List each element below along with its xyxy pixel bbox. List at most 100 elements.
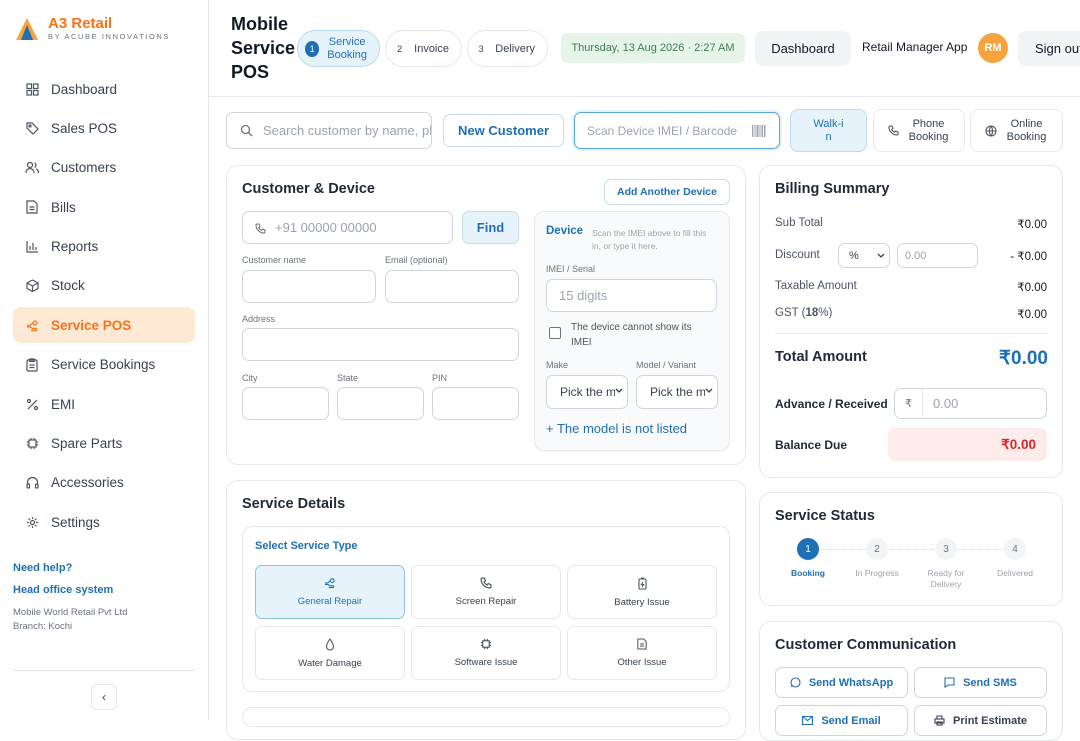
pin-field[interactable]: [432, 387, 519, 420]
mode-online-booking[interactable]: Online Booking: [970, 109, 1063, 152]
message-icon: [944, 677, 955, 688]
service-type-water-damage[interactable]: Water Damage: [255, 626, 405, 680]
status-track: [808, 549, 1014, 550]
imei-placeholder: 15 digits: [559, 288, 608, 303]
head-office-link[interactable]: Head office system: [13, 584, 127, 596]
email-field[interactable]: [385, 270, 519, 303]
service-notes-panel: [242, 707, 730, 727]
model-not-listed-link[interactable]: + The model is not listed: [546, 421, 687, 436]
send-email-button[interactable]: Send Email: [775, 705, 908, 736]
gst-label: GST (18%): [775, 307, 833, 319]
sidebar-item-service-bookings[interactable]: Service Bookings: [13, 347, 195, 383]
mode-phone-booking[interactable]: Phone Booking: [873, 109, 965, 152]
scan-imei-input[interactable]: Scan Device IMEI / Barcode: [574, 112, 780, 149]
brand-logo[interactable]: A3 Retail BY ACUBE INNOVATIONS: [14, 16, 170, 42]
tag-icon: [25, 121, 39, 135]
address-field[interactable]: [242, 328, 519, 361]
sidebar-item-dashboard[interactable]: Dashboard: [13, 71, 195, 107]
sidebar-item-label: Stock: [51, 278, 85, 294]
barcode-icon: [752, 125, 766, 137]
print-estimate-button[interactable]: Print Estimate: [914, 705, 1047, 736]
step-delivery[interactable]: 3 Delivery: [467, 30, 548, 67]
email-label: Email (optional): [385, 255, 448, 265]
status-step-3: 3: [935, 538, 957, 560]
advance-label: Advance / Received: [775, 397, 888, 411]
mode-label: Online Booking: [1006, 117, 1047, 143]
state-label: State: [337, 373, 359, 383]
service-type-general-repair[interactable]: General Repair: [255, 565, 405, 619]
send-whatsapp-button[interactable]: Send WhatsApp: [775, 667, 908, 698]
billing-summary-title: Billing Summary: [775, 181, 890, 197]
find-button[interactable]: Find: [462, 211, 519, 244]
need-help-link[interactable]: Need help?: [13, 562, 127, 574]
service-type-software-issue[interactable]: Software Issue: [411, 626, 561, 680]
sidebar-item-spare-parts[interactable]: Spare Parts: [13, 426, 195, 462]
dashboard-button[interactable]: Dashboard: [755, 31, 851, 66]
imei-field[interactable]: 15 digits: [546, 279, 717, 312]
phone-input[interactable]: +91 00000 00000: [242, 211, 453, 244]
sign-out-button[interactable]: Sign out: [1018, 31, 1080, 66]
subtotal-value: ₹0.00: [1017, 219, 1047, 231]
document-icon: [637, 638, 647, 650]
hand-icon: [324, 577, 336, 589]
step-label: Invoice: [414, 42, 449, 55]
sidebar-item-label: Reports: [51, 239, 99, 255]
search-placeholder: Search customer by name, phone or IMEI: [263, 123, 431, 138]
step-service-booking[interactable]: 1 Service Booking: [297, 30, 380, 67]
city-field[interactable]: [242, 387, 329, 420]
service-details-title: Service Details: [242, 496, 346, 512]
sidebar-item-accessories[interactable]: Accessories: [13, 465, 195, 501]
scan-placeholder: Scan Device IMEI / Barcode: [587, 123, 738, 138]
retail-manager-app-link[interactable]: Retail Manager App: [862, 40, 967, 54]
sidebar-item-label: Spare Parts: [51, 436, 123, 452]
service-type-battery-issue[interactable]: Battery Issue: [567, 565, 717, 619]
top-header: Mobile Service POS 1 Service Booking 2 Inv…: [209, 0, 1080, 97]
button-label: Send WhatsApp: [808, 676, 894, 689]
service-type-label: Other Issue: [617, 657, 667, 668]
mode-walk-in[interactable]: Walk-in: [790, 109, 867, 152]
avatar[interactable]: RM: [978, 33, 1008, 63]
printer-icon: [934, 715, 945, 726]
clipboard-icon: [25, 358, 39, 372]
button-label: Send Email: [821, 714, 881, 727]
grid-icon: [25, 82, 39, 96]
service-type-screen-repair[interactable]: Screen Repair: [411, 565, 561, 619]
pin-label: PIN: [432, 373, 448, 383]
make-select[interactable]: Pick the make: [546, 375, 628, 409]
service-type-other-issue[interactable]: Other Issue: [567, 626, 717, 680]
datetime-badge: Thursday, 13 Aug 2026 · 2:27 AM: [561, 33, 745, 63]
chip-icon: [480, 638, 492, 650]
no-imei-checkbox[interactable]: [549, 327, 561, 339]
sidebar-item-sales-pos[interactable]: Sales POS: [13, 110, 195, 146]
step-invoice[interactable]: 2 Invoice: [385, 30, 462, 67]
sidebar-item-customers[interactable]: Customers: [13, 150, 195, 186]
discount-input[interactable]: 0.00: [897, 243, 978, 268]
sidebar-item-bills[interactable]: Bills: [13, 189, 195, 225]
state-field[interactable]: [337, 387, 424, 420]
subtotal-label: Sub Total: [775, 217, 823, 229]
sidebar-item-label: Bills: [51, 199, 76, 215]
sidebar-item-reports[interactable]: Reports: [13, 229, 195, 265]
sidebar-item-emi[interactable]: EMI: [13, 386, 195, 422]
currency-symbol: ₹: [905, 398, 912, 410]
sidebar-item-label: Service Bookings: [51, 357, 156, 373]
discount-type-select[interactable]: %: [838, 243, 890, 268]
model-select[interactable]: Pick the model: [636, 375, 718, 409]
advance-placeholder: 0.00: [933, 396, 959, 411]
customer-search-input[interactable]: Search customer by name, phone or IMEI: [226, 112, 432, 149]
sidebar-item-service-pos[interactable]: Service POS: [13, 307, 195, 344]
sidebar-item-stock[interactable]: Stock: [13, 268, 195, 304]
status-step-2: 2: [866, 538, 888, 560]
collapse-sidebar-button[interactable]: ‹: [91, 684, 117, 710]
add-another-device-button[interactable]: Add Another Device: [604, 179, 730, 205]
brand-tagline: BY ACUBE INNOVATIONS: [48, 32, 171, 41]
sidebar-item-settings[interactable]: Settings: [13, 504, 195, 540]
step-number: 1: [305, 40, 320, 57]
help-section: Need help? Head office system Mobile Wor…: [13, 562, 127, 634]
logo-mark-icon: [14, 16, 40, 42]
sidebar-item-label: Dashboard: [51, 81, 118, 97]
send-sms-button[interactable]: Send SMS: [914, 667, 1047, 698]
advance-input[interactable]: ₹0.00: [894, 388, 1047, 419]
customer-name-field[interactable]: [242, 270, 376, 303]
new-customer-button[interactable]: New Customer: [443, 114, 564, 147]
